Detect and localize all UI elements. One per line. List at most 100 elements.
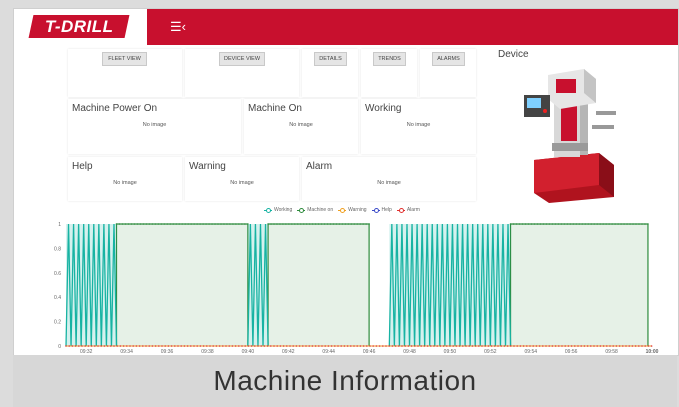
working-value: No image [406, 122, 431, 128]
machine-on-point [291, 223, 293, 225]
legend-item-machine-on[interactable]: Machine on [297, 207, 333, 213]
machine-on-point [244, 223, 246, 225]
machine-on-point [602, 223, 604, 225]
alarm-point [503, 345, 506, 347]
machine-on-point [121, 223, 124, 225]
machine-on-point [620, 223, 622, 225]
machine-on-point [518, 223, 521, 225]
alarm-point [106, 345, 109, 347]
fleet-view-button[interactable]: FLEET VIEW [102, 52, 147, 66]
alarm-point [158, 345, 160, 347]
alarm-point [398, 345, 400, 347]
alarm-point [254, 345, 256, 347]
machine-on-point [611, 223, 613, 225]
machine-on-point [136, 223, 139, 225]
trends-button[interactable]: TRENDS [373, 52, 406, 66]
alarm-point [231, 345, 234, 347]
menu-collapse-icon[interactable]: ☰‹ [170, 19, 186, 35]
alarm-point [122, 345, 125, 347]
top-bar: T-DRILL ☰‹ [14, 9, 678, 45]
brand-logo[interactable]: T-DRILL [28, 15, 130, 38]
alarm-point [241, 345, 243, 347]
machine-on-point [145, 223, 148, 225]
machine-on-point [282, 223, 284, 225]
machine-on-point [226, 223, 228, 225]
machine-on-point [362, 223, 364, 225]
alarm-point [638, 345, 640, 347]
alarm-point [135, 345, 138, 347]
alarm-point [593, 345, 595, 347]
alarm-point [455, 345, 458, 347]
legend-label-machine-on: Machine on [307, 207, 334, 213]
machine-on-point [641, 223, 643, 225]
machine-power-on-card: Machine Power On No image [68, 99, 241, 154]
alarm-point [311, 345, 314, 347]
working-card: Working No image [361, 99, 476, 154]
machine-on-point [199, 223, 201, 225]
legend-item-warning[interactable]: Warning [338, 207, 367, 213]
machine-on-point [130, 223, 133, 225]
alarm-point [487, 345, 490, 347]
alarm-point [583, 345, 586, 347]
alarm-point [478, 345, 480, 347]
alarm-point [532, 345, 534, 347]
alarm-point [81, 345, 83, 347]
machine-power-on-value: No image [142, 122, 167, 128]
alarm-point [442, 345, 445, 347]
alarm-point [567, 345, 570, 347]
alarm-point [103, 345, 106, 347]
machine-on-card: Machine On No image [244, 99, 358, 154]
machine-on-point [305, 223, 308, 225]
alarms-button[interactable]: ALARMS [432, 52, 465, 66]
alarm-point [490, 345, 493, 347]
legend-item-alarm[interactable]: Alarm [396, 207, 420, 213]
alarm-point [199, 345, 202, 347]
machine-on-point [533, 223, 536, 225]
alarm-point [193, 345, 195, 347]
machine-on-point [294, 223, 296, 225]
machine-on-area [116, 224, 248, 346]
alarm-point [375, 345, 378, 347]
legend-item-working[interactable]: Working [264, 207, 292, 213]
alarm-point [554, 345, 557, 347]
alarm-point [270, 345, 272, 347]
machine-on-point [566, 223, 569, 225]
legend-swatch-help [371, 207, 380, 213]
details-button[interactable]: DETAILS [314, 52, 347, 66]
legend-item-help[interactable]: Help [371, 207, 392, 213]
alarm-point [286, 345, 288, 347]
machine-on-point [296, 223, 299, 225]
machine-on-point [235, 223, 237, 225]
alarm-point [238, 345, 240, 347]
alarm-point [212, 345, 214, 347]
alarm-point [142, 345, 144, 347]
y-tick-label: 0.4 [54, 295, 61, 301]
alarm-point [71, 345, 74, 347]
machine-on-point [356, 223, 359, 225]
machine-on-point [617, 223, 619, 225]
alarm-point [110, 345, 112, 347]
machine-on-point [232, 223, 234, 225]
machine-on-point [314, 223, 317, 225]
alarm-point [590, 345, 592, 347]
device-view-button[interactable]: DEVICE VIEW [219, 52, 265, 66]
alarm-point [622, 345, 624, 347]
alarm-point [551, 345, 554, 347]
alarm-point [618, 345, 621, 347]
alarm-point [468, 345, 471, 347]
alarm-point [596, 345, 598, 347]
alarm-point [314, 345, 317, 347]
alarm-point [234, 345, 237, 347]
machine-on-point [632, 223, 634, 225]
machine-on-point [211, 223, 213, 225]
alarm-point [116, 345, 118, 347]
alarm-point [324, 345, 327, 347]
machine-on-point [512, 223, 515, 225]
alarm-point [372, 345, 375, 347]
machine-on-point [575, 223, 578, 225]
alarm-point [164, 345, 166, 347]
machine-on-point [202, 223, 204, 225]
machine-on-point [320, 223, 323, 225]
alarm-point [282, 345, 285, 347]
machine-on-point [635, 223, 637, 225]
